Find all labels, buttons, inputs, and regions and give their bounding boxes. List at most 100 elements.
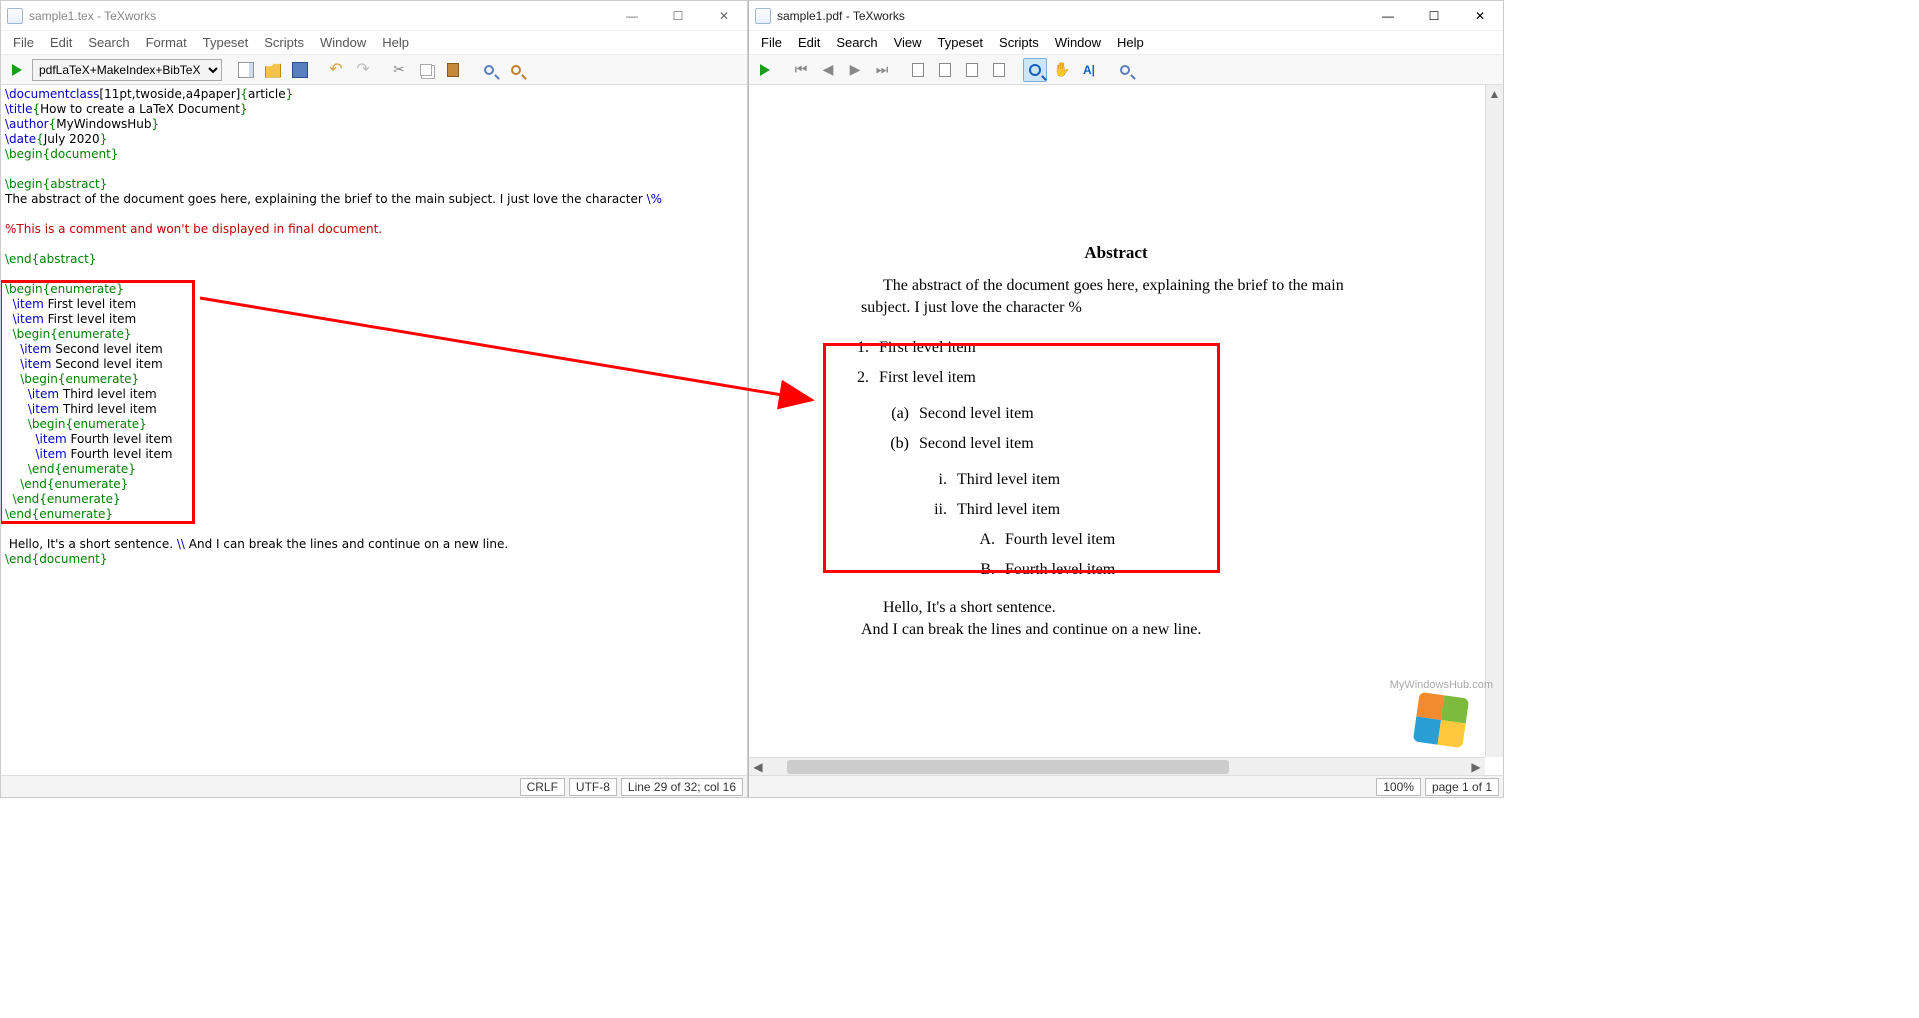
copy-button[interactable] xyxy=(414,58,438,82)
find-icon xyxy=(484,65,494,75)
fit-page-icon xyxy=(939,63,951,77)
source-editor[interactable]: \documentclass[11pt,twoside,a4paper]{art… xyxy=(1,85,747,775)
new-button[interactable] xyxy=(234,58,258,82)
menu-typeset[interactable]: Typeset xyxy=(930,33,992,52)
body-text: Hello, It's a short sentence. xyxy=(861,597,1371,619)
last-page-icon: ⏭ xyxy=(876,61,889,78)
save-button[interactable] xyxy=(288,58,312,82)
menu-edit[interactable]: Edit xyxy=(790,33,828,52)
maximize-button[interactable]: ☐ xyxy=(1411,1,1457,31)
engine-select[interactable]: pdfLaTeX+MakeIndex+BibTeX xyxy=(32,59,222,81)
menu-view[interactable]: View xyxy=(886,33,930,52)
editor-statusbar: CRLF UTF-8 Line 29 of 32; col 16 xyxy=(1,775,747,797)
menu-window[interactable]: Window xyxy=(1047,33,1109,52)
pdf-page: Abstract The abstract of the document go… xyxy=(761,93,1471,641)
scrollbar-vertical[interactable]: ▲ xyxy=(1485,85,1503,757)
maximize-button[interactable]: ☐ xyxy=(655,1,701,31)
typeset-button[interactable] xyxy=(753,58,777,82)
menu-search[interactable]: Search xyxy=(80,33,137,52)
app-icon xyxy=(7,8,23,24)
fit-width-icon xyxy=(912,63,924,77)
list-item: Fourth level item xyxy=(1005,555,1115,585)
editor-menubar: File Edit Search Format Typeset Scripts … xyxy=(1,31,747,55)
copy-icon xyxy=(420,64,432,76)
play-icon xyxy=(760,64,770,76)
menu-typeset[interactable]: Typeset xyxy=(195,33,257,52)
editor-toolbar: pdfLaTeX+MakeIndex+BibTeX ↶ ↷ ✂ xyxy=(1,55,747,85)
viewer-toolbar: ⏮ ◀ ▶ ⏭ ✋ A| xyxy=(749,55,1503,85)
prev-page-icon: ◀ xyxy=(823,61,834,78)
list-item: Second level item xyxy=(919,429,1034,459)
replace-button[interactable] xyxy=(504,58,528,82)
text-select-button[interactable]: A| xyxy=(1077,58,1101,82)
status-page: page 1 of 1 xyxy=(1425,778,1499,796)
fit-window-button[interactable] xyxy=(987,58,1011,82)
list-item: Third level item xyxy=(957,495,1060,525)
editor-titlebar[interactable]: sample1.tex - TeXworks — ☐ ✕ xyxy=(1,1,747,31)
find-button[interactable] xyxy=(477,58,501,82)
menu-edit[interactable]: Edit xyxy=(42,33,80,52)
pdf-viewport[interactable]: Abstract The abstract of the document go… xyxy=(749,85,1503,775)
save-icon xyxy=(292,62,308,78)
actual-size-button[interactable] xyxy=(960,58,984,82)
list-item: First level item xyxy=(879,363,976,393)
redo-icon: ↷ xyxy=(356,63,369,77)
undo-icon: ↶ xyxy=(329,63,342,77)
first-page-icon: ⏮ xyxy=(795,61,808,78)
editor-window: sample1.tex - TeXworks — ☐ ✕ File Edit S… xyxy=(0,0,748,798)
editor-title: sample1.tex - TeXworks xyxy=(29,9,156,23)
status-zoom[interactable]: 100% xyxy=(1376,778,1421,796)
list-item: Second level item xyxy=(919,399,1034,429)
fit-window-icon xyxy=(993,63,1005,77)
undo-button[interactable]: ↶ xyxy=(324,58,348,82)
play-icon xyxy=(12,64,22,76)
viewer-titlebar[interactable]: sample1.pdf - TeXworks — ☐ ✕ xyxy=(749,1,1503,31)
typeset-button[interactable] xyxy=(5,58,29,82)
redo-button[interactable]: ↷ xyxy=(351,58,375,82)
abstract-heading: Abstract xyxy=(761,243,1471,263)
replace-icon xyxy=(511,65,521,75)
menu-search[interactable]: Search xyxy=(828,33,885,52)
viewer-menubar: File Edit Search View Typeset Scripts Wi… xyxy=(749,31,1503,55)
menu-format[interactable]: Format xyxy=(138,33,195,52)
fit-width-button[interactable] xyxy=(906,58,930,82)
list-item: Fourth level item xyxy=(1005,525,1115,555)
menu-file[interactable]: File xyxy=(5,33,42,52)
enumerate-output: 1.First level item 2.First level item (a… xyxy=(841,333,1471,585)
hand-tool-button[interactable]: ✋ xyxy=(1050,58,1074,82)
viewer-window: sample1.pdf - TeXworks — ☐ ✕ File Edit S… xyxy=(748,0,1504,798)
last-page-button[interactable]: ⏭ xyxy=(870,58,894,82)
list-item: First level item xyxy=(879,333,976,363)
menu-help[interactable]: Help xyxy=(1109,33,1152,52)
close-button[interactable]: ✕ xyxy=(701,1,747,31)
find-icon xyxy=(1120,65,1130,75)
zoom-tool-button[interactable] xyxy=(1023,58,1047,82)
close-button[interactable]: ✕ xyxy=(1457,1,1503,31)
first-page-button[interactable]: ⏮ xyxy=(789,58,813,82)
menu-help[interactable]: Help xyxy=(374,33,417,52)
menu-scripts[interactable]: Scripts xyxy=(991,33,1047,52)
status-encoding[interactable]: UTF-8 xyxy=(569,778,617,796)
minimize-button[interactable]: — xyxy=(609,1,655,31)
paste-icon xyxy=(447,63,459,77)
cut-button[interactable]: ✂ xyxy=(387,58,411,82)
menu-file[interactable]: File xyxy=(753,33,790,52)
cut-icon: ✂ xyxy=(393,61,405,78)
zoom-icon xyxy=(1029,64,1041,76)
viewer-statusbar: 100% page 1 of 1 xyxy=(749,775,1503,797)
menu-scripts[interactable]: Scripts xyxy=(256,33,312,52)
status-eol[interactable]: CRLF xyxy=(520,778,565,796)
fit-page-button[interactable] xyxy=(933,58,957,82)
minimize-button[interactable]: — xyxy=(1365,1,1411,31)
app-icon xyxy=(755,8,771,24)
new-icon xyxy=(238,62,254,78)
scrollbar-horizontal[interactable]: ◀▶ xyxy=(749,757,1485,775)
open-button[interactable] xyxy=(261,58,285,82)
paste-button[interactable] xyxy=(441,58,465,82)
body-text: And I can break the lines and continue o… xyxy=(861,619,1371,641)
menu-window[interactable]: Window xyxy=(312,33,374,52)
prev-page-button[interactable]: ◀ xyxy=(816,58,840,82)
next-page-button[interactable]: ▶ xyxy=(843,58,867,82)
find-button[interactable] xyxy=(1113,58,1137,82)
abstract-text: The abstract of the document goes here, … xyxy=(861,275,1371,319)
